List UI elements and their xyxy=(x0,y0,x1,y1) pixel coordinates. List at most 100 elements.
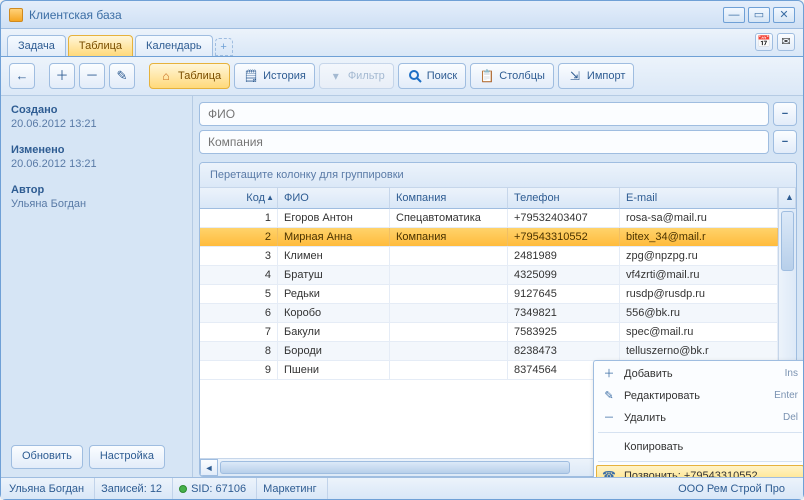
ctx-add[interactable]: ＋ДобавитьIns xyxy=(596,363,803,385)
cell-fio: Егоров Антон xyxy=(278,209,390,227)
scroll-thumb[interactable] xyxy=(781,211,794,271)
status-org: ООО Рем Строй Про xyxy=(678,478,795,499)
filter-fio-clear[interactable]: − xyxy=(773,102,797,126)
mail-icon[interactable]: ✉ xyxy=(777,33,795,51)
group-panel[interactable]: Перетащите колонку для группировки xyxy=(200,163,796,188)
created-label: Создано xyxy=(11,104,182,116)
tool-columns-label: Столбцы xyxy=(499,70,545,82)
sidebar: Создано 20.06.2012 13:21 Изменено 20.06.… xyxy=(1,96,193,477)
created-value: 20.06.2012 13:21 xyxy=(11,118,182,130)
ctx-call[interactable]: ☎Позвонить: +79543310552 xyxy=(596,465,803,477)
calendar-icon[interactable]: 📅 xyxy=(755,33,773,51)
table-row[interactable]: 8Бороди8238473telluszerno@bk.r xyxy=(200,342,796,361)
col-fio[interactable]: ФИО xyxy=(278,188,390,209)
tool-import-label: Импорт xyxy=(587,70,625,82)
table-row[interactable]: 4Братуш4325099vf4zrti@mail.ru xyxy=(200,266,796,285)
cell-fio: Бороди xyxy=(278,342,390,360)
tool-filter[interactable]: ▾Фильтр xyxy=(319,63,394,89)
tool-history[interactable]: 🗒 История xyxy=(234,63,315,89)
table-row[interactable]: 2Мирная АннаКомпания+79543310552bitex_34… xyxy=(200,228,796,247)
table-row[interactable]: 6Коробо7349821556@bk.ru xyxy=(200,304,796,323)
col-kod[interactable]: Код▲ xyxy=(200,188,278,209)
cell-fio: Редьки xyxy=(278,285,390,303)
scroll-up-button[interactable]: ▲ xyxy=(778,188,796,209)
table-row[interactable]: 3Климен2481989zpg@npzpg.ru xyxy=(200,247,796,266)
cell-company xyxy=(390,342,508,360)
app-icon xyxy=(9,8,23,22)
refresh-button[interactable]: Обновить xyxy=(11,445,83,469)
cell-phone: 9127645 xyxy=(508,285,620,303)
scroll-thumb-h[interactable] xyxy=(220,461,570,474)
import-icon: ⇲ xyxy=(567,68,583,84)
filter-company-clear[interactable]: − xyxy=(773,130,797,154)
cell-email: rosa-sa@mail.ru xyxy=(620,209,778,227)
cell-kod: 2 xyxy=(200,228,278,246)
filter-company-input[interactable] xyxy=(199,130,769,154)
cell-email: zpg@npzpg.ru xyxy=(620,247,778,265)
tool-history-label: История xyxy=(263,70,306,82)
window-title: Клиентская база xyxy=(29,8,720,22)
updated-label: Изменено xyxy=(11,144,182,156)
edit-record-button[interactable]: ✎ xyxy=(109,63,135,89)
main-area: − − Перетащите колонку для группировки К… xyxy=(193,96,803,477)
tool-import[interactable]: ⇲ Импорт xyxy=(558,63,634,89)
scroll-left-button[interactable]: ◄ xyxy=(200,459,218,476)
ctx-copy[interactable]: Копировать xyxy=(596,436,803,458)
statusbar: Ульяна Богдан Записей: 12 SID: 67106 Мар… xyxy=(1,477,803,499)
back-button[interactable]: ← xyxy=(9,63,35,89)
cell-company xyxy=(390,304,508,322)
minus-icon: － xyxy=(600,410,618,426)
phone-icon: ☎ xyxy=(600,468,618,477)
table-row[interactable]: 7Бакули7583925spec@mail.ru xyxy=(200,323,796,342)
table-row[interactable]: 1Егоров АнтонСпецавтоматика+79532403407r… xyxy=(200,209,796,228)
cell-company xyxy=(390,285,508,303)
col-phone[interactable]: Телефон xyxy=(508,188,620,209)
sort-asc-icon: ▲ xyxy=(266,193,274,202)
cell-fio: Климен xyxy=(278,247,390,265)
home-icon: ⌂ xyxy=(158,68,174,84)
cell-company xyxy=(390,266,508,284)
tool-table[interactable]: ⌂Таблица xyxy=(149,63,230,89)
document-tabs: Задача Таблица Календарь + 📅 ✉ xyxy=(1,29,803,57)
filter-fio-input[interactable] xyxy=(199,102,769,126)
tab-calendar[interactable]: Календарь xyxy=(135,35,213,56)
close-button[interactable]: ✕ xyxy=(773,7,795,23)
tool-search[interactable]: Поиск xyxy=(398,63,466,89)
context-menu: ＋ДобавитьIns ✎РедактироватьEnter －Удалит… xyxy=(593,360,803,477)
cell-phone: +79532403407 xyxy=(508,209,620,227)
ctx-delete[interactable]: －УдалитьDel xyxy=(596,407,803,429)
table-row[interactable]: 5Редьки9127645rusdp@rusdp.ru xyxy=(200,285,796,304)
history-icon: 🗒 xyxy=(243,68,259,84)
maximize-button[interactable]: ▭ xyxy=(748,7,770,23)
cell-fio: Братуш xyxy=(278,266,390,284)
cell-email: rusdp@rusdp.ru xyxy=(620,285,778,303)
tool-columns[interactable]: 📋Столбцы xyxy=(470,63,554,89)
cell-kod: 4 xyxy=(200,266,278,284)
tool-search-label: Поиск xyxy=(427,70,457,82)
grid-header: Код▲ ФИО Компания Телефон E-mail ▲ xyxy=(200,188,796,209)
tab-add[interactable]: + xyxy=(215,38,233,56)
pencil-icon: ✎ xyxy=(600,388,618,404)
cell-kod: 6 xyxy=(200,304,278,322)
author-label: Автор xyxy=(11,184,182,196)
cell-email: spec@mail.ru xyxy=(620,323,778,341)
col-company[interactable]: Компания xyxy=(390,188,508,209)
cell-email: 556@bk.ru xyxy=(620,304,778,322)
cell-company: Компания xyxy=(390,228,508,246)
cell-email: telluszerno@bk.r xyxy=(620,342,778,360)
cell-phone: 8238473 xyxy=(508,342,620,360)
settings-button[interactable]: Настройка xyxy=(89,445,165,469)
ctx-edit[interactable]: ✎РедактироватьEnter xyxy=(596,385,803,407)
delete-record-button[interactable]: － xyxy=(79,63,105,89)
cell-phone: 4325099 xyxy=(508,266,620,284)
minimize-button[interactable]: — xyxy=(723,7,745,23)
cell-email: bitex_34@mail.r xyxy=(620,228,778,246)
cell-company: Спецавтоматика xyxy=(390,209,508,227)
tab-table[interactable]: Таблица xyxy=(68,35,133,56)
col-email[interactable]: E-mail xyxy=(620,188,778,209)
add-record-button[interactable]: ＋ xyxy=(49,63,75,89)
search-icon xyxy=(407,68,423,84)
cell-kod: 7 xyxy=(200,323,278,341)
author-value: Ульяна Богдан xyxy=(11,198,182,210)
tab-task[interactable]: Задача xyxy=(7,35,66,56)
